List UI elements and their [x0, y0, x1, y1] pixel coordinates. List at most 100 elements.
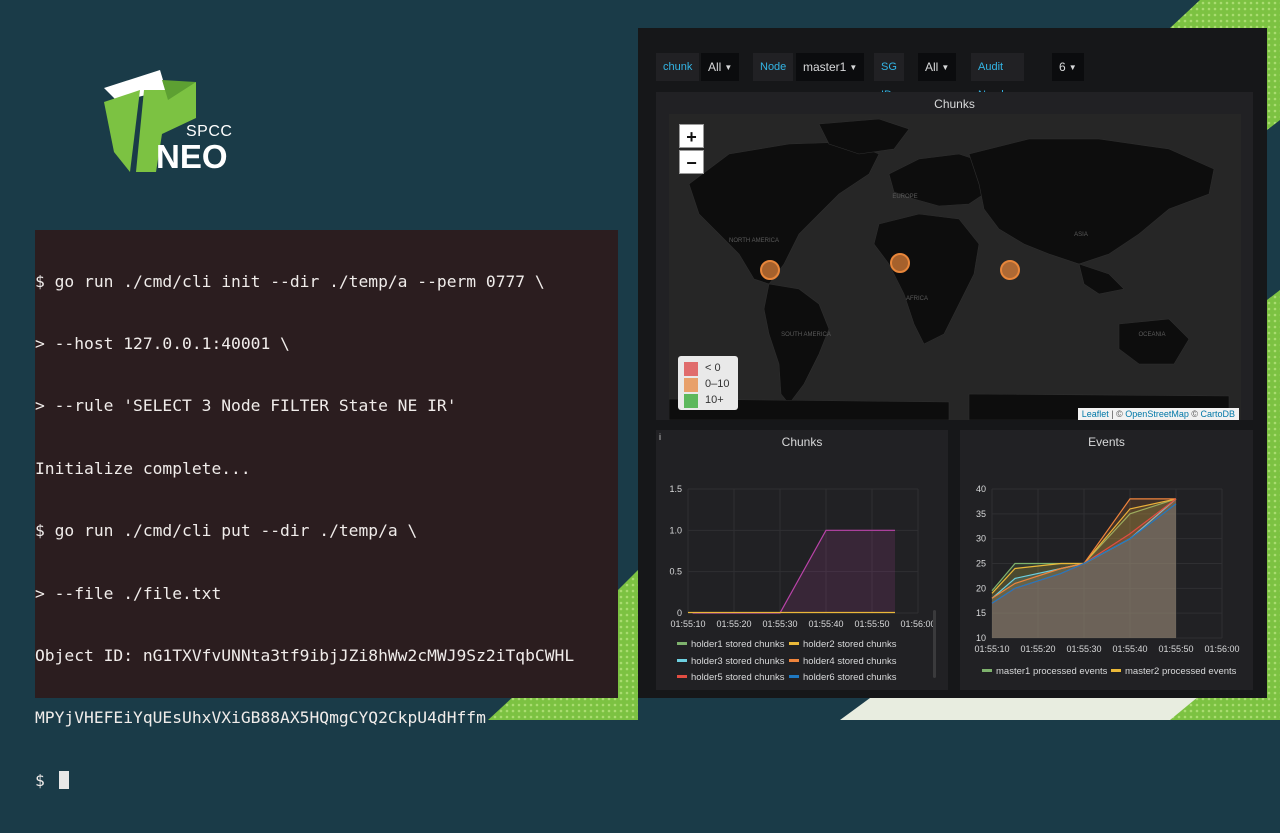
x-tick-label: 01:55:20 — [1020, 644, 1055, 654]
var-select-chunk[interactable]: All ▼ — [701, 53, 740, 81]
x-tick-label: 01:56:00 — [1204, 644, 1239, 654]
legend-label: < 0 — [705, 362, 721, 374]
terminal-line: $ go run ./cmd/cli put --dir ./temp/a \ — [35, 521, 418, 541]
map-marker — [890, 253, 910, 273]
y-tick-label: 25 — [976, 559, 986, 569]
y-tick-label: 20 — [976, 583, 986, 593]
y-tick-label: 30 — [976, 534, 986, 544]
terminal-line: Initialize complete... — [35, 458, 251, 478]
attribution-sep: © — [1188, 409, 1201, 419]
y-tick-label: 1.5 — [669, 484, 682, 494]
legend-label: 0–10 — [705, 378, 730, 390]
chunks-map-panel: Chunks NORTH AMERICA SOUTH AMERICA AFRICA A… — [656, 92, 1253, 420]
logo-neo-text: NEO — [156, 138, 228, 175]
var-value-sgid: All — [925, 60, 939, 74]
y-tick-label: 0.5 — [669, 567, 682, 577]
var-label-chunk: chunk — [656, 53, 700, 81]
legend-label: 10+ — [705, 394, 724, 406]
leaflet-link[interactable]: Leaflet — [1082, 409, 1109, 419]
map-panel-title: Chunks — [934, 97, 975, 111]
terminal-prompt: $ — [35, 770, 55, 790]
legend-swatch — [677, 658, 687, 662]
legend-item[interactable]: master2 processed events — [1111, 666, 1236, 677]
cartodb-link[interactable]: CartoDB — [1200, 409, 1235, 419]
legend-label: holder6 stored chunks — [803, 672, 897, 684]
legend-item: < 0 — [684, 361, 738, 376]
var-value-chunk: All — [708, 60, 722, 74]
map-attribution: Leaflet | © OpenStreetMap © CartoDB — [1077, 408, 1239, 420]
terminal-line: Object ID: nG1TXVfvUNNta3tf9ibjJZi8hWw2c… — [35, 645, 575, 665]
chunks-chart-panel: i Chunks 1.5 1.0 0.5 0 01:55:10 01:55:20 01:55… — [656, 430, 948, 690]
terminal-line: > --host 127.0.0.1:40001 \ — [35, 333, 290, 353]
y-tick-label: 40 — [976, 484, 986, 494]
var-select-node[interactable]: master1 ▼ — [796, 53, 865, 81]
legend-swatch — [789, 658, 799, 662]
legend-label: holder1 stored chunks — [691, 639, 785, 650]
x-tick-label: 01:55:40 — [1112, 644, 1147, 654]
x-tick-label: 01:55:10 — [974, 644, 1009, 654]
caret-down-icon: ▼ — [724, 63, 733, 72]
legend-item[interactable]: master1 processed events — [982, 666, 1107, 677]
caret-down-icon: ▼ — [941, 63, 950, 72]
legend-item[interactable]: holder3 stored chunks — [677, 656, 784, 667]
legend-item[interactable]: holder6 stored chunks — [789, 672, 896, 683]
var-select-sgid[interactable]: All ▼ — [918, 53, 957, 81]
terminal-prompt-line[interactable]: $ — [35, 770, 574, 792]
x-tick-label: 01:55:40 — [808, 619, 843, 629]
legend-swatch — [677, 675, 687, 679]
events-chart-panel: Events 40 35 30 25 20 15 10 01:55:10 01:55:20 01:… — [960, 430, 1253, 690]
y-tick-label: 1.0 — [669, 525, 682, 535]
legend-swatch — [684, 378, 698, 392]
legend-label: holder2 stored chunks — [803, 639, 897, 650]
y-tick-label: 35 — [976, 509, 986, 519]
terminal-output: $ go run ./cmd/cli init --dir ./temp/a -… — [35, 230, 574, 833]
caret-down-icon: ▼ — [1068, 63, 1077, 72]
osm-link[interactable]: OpenStreetMap — [1125, 409, 1189, 419]
caret-down-icon: ▼ — [849, 63, 858, 72]
var-select-audit-number[interactable]: 6 ▼ — [1052, 53, 1084, 81]
legend-scrollbar[interactable] — [933, 610, 936, 678]
legend-swatch — [684, 362, 698, 376]
legend-item: 0–10 — [684, 377, 738, 392]
y-tick-label: 10 — [976, 633, 986, 643]
y-tick-label: 0 — [677, 608, 682, 618]
dashboard-window: chunk All▼ Node master1▼ SG ID All▼ Audi… — [638, 28, 1267, 698]
legend-swatch — [789, 642, 799, 645]
var-label-audit-number: Audit Number — [971, 53, 1025, 101]
legend-label: master2 processed events — [1125, 666, 1237, 677]
terminal-line: > --rule 'SELECT 3 Node FILTER State NE … — [35, 396, 457, 416]
legend-swatch — [982, 669, 992, 672]
terminal-window[interactable]: $ go run ./cmd/cli init --dir ./temp/a -… — [35, 230, 618, 790]
terminal-line: $ go run ./cmd/cli init --dir ./temp/a -… — [35, 271, 545, 291]
chunks-chart: 1.5 1.0 0.5 001:55:10 01:55:20 01:55:30 01:55:… — [669, 484, 935, 629]
var-value-node: master1 — [803, 60, 847, 74]
legend-label: holder5 stored chunks — [691, 672, 785, 684]
x-tick-label: 01:55:10 — [670, 619, 705, 629]
map-marker — [760, 260, 780, 280]
terminal-cursor — [58, 770, 69, 789]
x-tick-label: 01:55:30 — [1066, 644, 1101, 654]
legend-item[interactable]: holder2 stored chunks — [789, 639, 896, 650]
legend-item: 10+ — [684, 393, 738, 408]
x-tick-label: 01:56:00 — [900, 619, 935, 629]
legend-label: master1 processed events — [996, 666, 1108, 677]
var-label-sgid: SG ID — [874, 53, 904, 101]
y-tick-label: 15 — [976, 608, 986, 618]
legend-swatch — [677, 642, 687, 645]
events-chart: 40 35 30 25 20 15 1001:55:10 01:55:20 01:55:30 01… — [974, 484, 1239, 654]
var-value-audit-number: 6 — [1059, 60, 1066, 74]
legend-label: holder4 stored chunks — [803, 655, 897, 667]
map-marker — [1000, 260, 1020, 280]
world-map[interactable]: NORTH AMERICA SOUTH AMERICA AFRICA ASIA OCEA… — [669, 114, 1241, 420]
x-tick-label: 01:55:50 — [1158, 644, 1193, 654]
x-tick-label: 01:55:20 — [716, 619, 751, 629]
var-label-node: Node — [753, 53, 794, 81]
attribution-sep: | © — [1108, 409, 1126, 419]
legend-swatch — [789, 675, 799, 679]
legend-label: holder3 stored chunks — [691, 655, 785, 667]
legend-item[interactable]: holder1 stored chunks — [677, 639, 784, 650]
terminal-line: > --file ./file.txt — [35, 583, 222, 603]
legend-swatch — [1111, 669, 1121, 672]
legend-item[interactable]: holder4 stored chunks — [789, 656, 896, 667]
legend-item[interactable]: holder5 stored chunks — [677, 672, 784, 683]
